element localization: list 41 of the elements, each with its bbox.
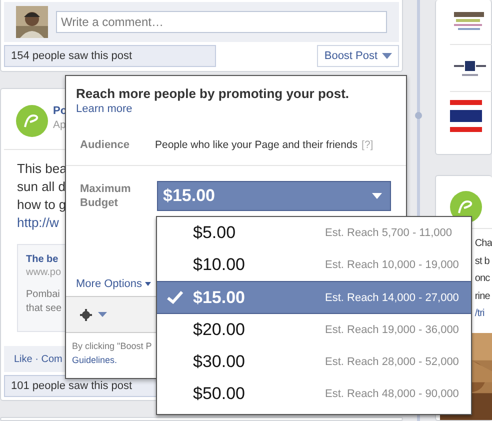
budget-option[interactable]: $30.00 Est. Reach 28,000 - 52,000 bbox=[157, 346, 471, 378]
audience-label: Audience bbox=[80, 139, 131, 151]
timeline-dot bbox=[415, 112, 422, 119]
link-url: www.po bbox=[26, 267, 62, 278]
post-link[interactable]: /tri bbox=[474, 305, 484, 322]
boost-post-button[interactable]: Boost Post bbox=[317, 45, 400, 67]
caret-icon bbox=[382, 53, 392, 59]
settings-button[interactable] bbox=[78, 306, 109, 322]
logo-icon bbox=[16, 105, 48, 137]
comment-field[interactable]: Write a comment… bbox=[56, 11, 388, 33]
settings-icon bbox=[80, 308, 92, 320]
budget-option[interactable]: $20.00 Est. Reach 19,000 - 36,000 bbox=[157, 314, 471, 346]
post-text: onc bbox=[474, 272, 490, 286]
post-text: Cha bbox=[474, 237, 492, 251]
post-link[interactable]: http://w bbox=[17, 214, 59, 232]
flag-icon bbox=[450, 100, 482, 132]
caret-icon bbox=[98, 312, 107, 317]
terms-text: By clicking "Boost P bbox=[72, 340, 152, 353]
budget-label: Maximum Budget bbox=[80, 182, 132, 211]
terms-text: Guidelines. bbox=[72, 354, 118, 367]
post-reach: 154 people saw this post bbox=[4, 45, 216, 67]
more-options-link[interactable]: More Options bbox=[76, 278, 152, 290]
link-description: that see bbox=[26, 302, 62, 316]
popup-title: Reach more people by promoting your post. bbox=[76, 86, 350, 101]
link-title: The be bbox=[26, 253, 58, 267]
post-text: rine bbox=[474, 290, 490, 304]
link-description: Pombai bbox=[26, 288, 60, 302]
budget-option[interactable]: $15.00 Est. Reach 14,000 - 27,000 bbox=[157, 281, 471, 314]
post-actions[interactable]: Like · Com bbox=[14, 354, 62, 364]
learn-more-link[interactable]: Learn more bbox=[76, 103, 132, 115]
post-date: Ap bbox=[53, 119, 66, 131]
post-text: how to g bbox=[17, 196, 66, 214]
caret-icon bbox=[372, 193, 382, 199]
check-icon bbox=[167, 291, 183, 304]
budget-option[interactable]: $10.00 Est. Reach 10,000 - 19,000 bbox=[157, 249, 471, 281]
caret-icon bbox=[145, 282, 152, 286]
budget-dropdown[interactable]: $15.00 bbox=[157, 181, 391, 211]
audience-value: People who like your Page and their friends bbox=[155, 139, 358, 151]
post-text: sun all d bbox=[17, 178, 66, 196]
budget-option[interactable]: $5.00 Est. Reach 5,700 - 11,000 bbox=[157, 217, 471, 249]
post-text: st b bbox=[474, 254, 490, 268]
